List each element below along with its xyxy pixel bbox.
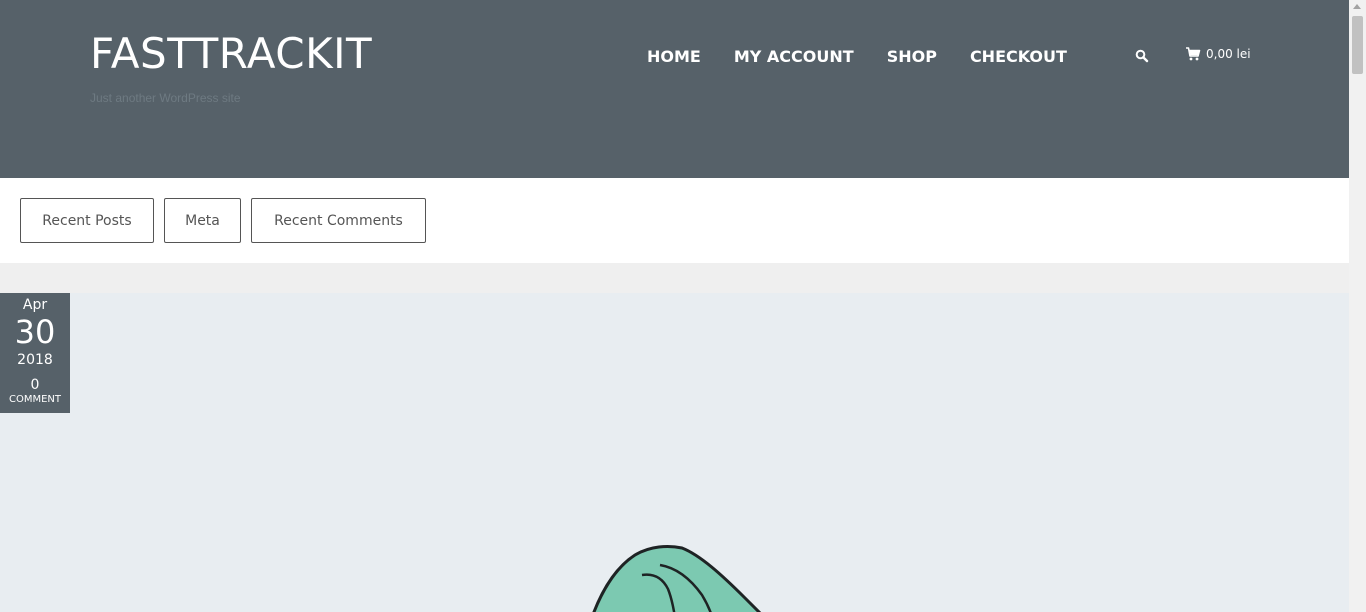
comment-count[interactable]: 0 [0, 377, 70, 393]
comment-label[interactable]: COMMENT [0, 394, 70, 406]
vertical-scrollbar[interactable] [1349, 0, 1366, 612]
nav-item-home[interactable]: HOME [647, 46, 701, 68]
post-date-day: 30 [14, 313, 56, 351]
main-nav: HOME MY ACCOUNT SHOP CHECKOUT [647, 46, 1067, 68]
nav-item-shop[interactable]: SHOP [887, 46, 937, 68]
widget-tabs: Recent Posts Meta Recent Comments [0, 178, 1349, 263]
cart-link[interactable]: 0,00 lei [1185, 46, 1251, 62]
post-date-year: 2018 [17, 352, 53, 368]
tab-meta[interactable]: Meta [164, 198, 241, 243]
search-icon[interactable] [1135, 49, 1149, 63]
post-featured-image[interactable] [0, 293, 1349, 612]
site-tagline: Just another WordPress site [90, 91, 241, 105]
page: FASTTRACKIT Just another WordPress site … [0, 0, 1349, 612]
post-illustration [592, 545, 762, 612]
nav-item-my-account[interactable]: MY ACCOUNT [734, 46, 854, 68]
cart-total: 0,00 lei [1206, 47, 1251, 61]
post-date-month: Apr [22, 297, 48, 313]
scrollbar-thumb[interactable] [1352, 16, 1363, 74]
site-header: FASTTRACKIT Just another WordPress site … [0, 0, 1349, 178]
site-title[interactable]: FASTTRACKIT [90, 28, 372, 80]
nav-item-checkout[interactable]: CHECKOUT [970, 46, 1067, 68]
post-date-badge: Apr 30 2018 0 COMMENT [0, 293, 70, 413]
tab-recent-posts[interactable]: Recent Posts [20, 198, 154, 243]
tab-recent-comments[interactable]: Recent Comments [251, 198, 426, 243]
cart-icon [1185, 46, 1201, 62]
scroll-up-arrow-icon[interactable] [1353, 4, 1361, 9]
